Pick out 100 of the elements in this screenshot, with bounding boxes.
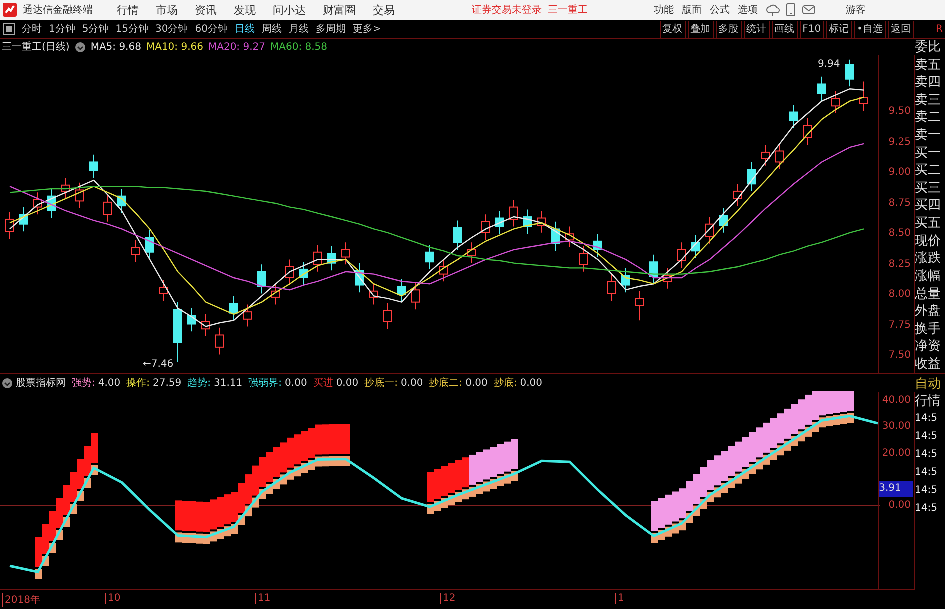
menu-item[interactable]: 选项 <box>738 3 758 17</box>
toolbar-button[interactable]: 返回 <box>888 20 914 38</box>
axis-label: 9.00 <box>888 167 911 178</box>
trade-time: 14:5 <box>915 484 938 498</box>
axis-label: 8.50 <box>888 228 911 240</box>
indicator-value: 27.59 <box>153 378 182 388</box>
indicator-label: 抄底二: <box>429 376 463 390</box>
menu-item[interactable]: 财富圈 <box>323 2 356 18</box>
quote-label: 卖五 <box>915 56 942 74</box>
quote-label: 买三 <box>915 180 942 197</box>
quote-label: 卖二 <box>915 109 942 126</box>
axis-label: 20.00 <box>882 448 911 458</box>
candlestick <box>90 154 98 179</box>
toolbar-button[interactable]: 标记 <box>826 20 852 38</box>
candlestick <box>678 242 686 269</box>
quote-label: 换手 <box>915 320 942 338</box>
toolbar-button[interactable]: 多股 <box>716 20 742 38</box>
chart-title: 三一重工(日线) <box>2 40 70 54</box>
menu-item[interactable]: 市场 <box>156 2 178 18</box>
indicator-value: 0.00 <box>285 378 308 388</box>
trade-time: 14:5 <box>915 502 938 516</box>
axis-label: 9.25 <box>888 136 911 148</box>
toolbar-button[interactable]: 叠加 <box>688 20 714 38</box>
period-tab[interactable]: 30分钟 <box>155 22 188 36</box>
menu-item[interactable]: 资讯 <box>195 2 217 18</box>
date-label: 11 <box>255 593 271 604</box>
date-label: 2018年 <box>2 593 40 607</box>
ma-value: MA5: 9.68 <box>90 42 142 52</box>
menu-item[interactable]: 行情 <box>117 2 139 18</box>
indicator-label: 操作: <box>126 377 150 390</box>
quote-label: 买五 <box>915 215 942 232</box>
candlestick <box>202 314 210 337</box>
menu-item[interactable]: 公式 <box>710 3 730 17</box>
period-tab[interactable]: 更多> <box>352 22 382 36</box>
candlestick <box>258 264 266 294</box>
axis-label: 40.00 <box>882 394 911 406</box>
indicator-label: 抄底: <box>494 376 518 390</box>
app-logo-icon <box>3 3 17 17</box>
quote-label: 收益 <box>915 356 942 373</box>
indicator-value: 0.00 <box>520 378 542 388</box>
axis-label: 8.75 <box>888 198 911 209</box>
axis-label: 30.00 <box>882 421 911 432</box>
indicator-value: 0.00 <box>466 378 488 388</box>
trade-time: 14:5 <box>915 412 938 426</box>
cloud-icon <box>766 3 780 17</box>
candlestick <box>538 210 546 234</box>
quote-label: 净资 <box>915 338 942 356</box>
period-tab[interactable]: 5分钟 <box>82 22 109 36</box>
quote-label: 外盘 <box>915 303 942 320</box>
indicator-title: 股票指标网 <box>16 376 66 390</box>
period-tab[interactable]: 分时 <box>22 22 42 36</box>
period-tab[interactable]: 1分钟 <box>49 22 76 36</box>
tick-subtitle: 行情 <box>915 393 942 410</box>
indicator-value: 4.00 <box>98 378 121 388</box>
toolbar-button[interactable]: 统计 <box>744 20 770 38</box>
axis-label: 8.00 <box>888 289 911 300</box>
toolbar-button[interactable]: 复权 <box>660 20 686 38</box>
quote-label: 总量 <box>915 286 942 303</box>
indicator-value: 0.00 <box>400 378 424 388</box>
high-price-label: 9.94 <box>818 59 840 70</box>
period-tab[interactable]: 月线 <box>288 22 309 36</box>
quote-label: 涨幅 <box>915 268 942 285</box>
corner-label: R <box>935 24 944 34</box>
axis-label: 9.50 <box>888 106 911 118</box>
trade-time: 14:5 <box>915 466 938 480</box>
menu-item[interactable]: 发现 <box>234 2 256 18</box>
candlestick <box>216 327 224 356</box>
indicator-label: 强弱界: <box>248 377 282 390</box>
mail-icon <box>802 4 816 16</box>
candlestick <box>804 118 812 146</box>
indicator-value: 0.00 <box>336 378 359 388</box>
menu-item[interactable]: 问小达 <box>273 2 306 18</box>
period-tab[interactable]: 日线 <box>234 22 255 36</box>
quote-label: 买四 <box>915 197 942 214</box>
axis-label: 8.25 <box>888 258 911 270</box>
menu-item[interactable]: 版面 <box>682 3 702 17</box>
period-tab[interactable]: 多周期 <box>316 22 346 36</box>
panel-icon <box>3 23 15 35</box>
quote-label: 买二 <box>915 162 942 180</box>
date-label: 12 <box>440 593 456 604</box>
period-tab[interactable]: 60分钟 <box>195 22 228 36</box>
toolbar-button[interactable]: •自选 <box>854 20 886 38</box>
candlestick <box>132 240 140 263</box>
quote-label: 卖一 <box>915 127 942 144</box>
ma-value: MA10: 9.66 <box>146 42 204 52</box>
candlestick <box>636 290 644 322</box>
candlestick <box>6 212 14 240</box>
menu-item[interactable]: 交易 <box>373 2 395 18</box>
toolbar-button[interactable]: 画线 <box>772 20 798 38</box>
user-name[interactable]: 游客 <box>846 3 866 17</box>
login-status[interactable]: 证券交易未登录 <box>472 3 542 17</box>
axis-label: 0.00 <box>888 500 911 512</box>
period-tab[interactable]: 周线 <box>262 22 282 36</box>
quote-label: 委比 <box>915 39 942 56</box>
toolbar-button[interactable]: F10 <box>800 20 824 38</box>
menu-item[interactable]: 功能 <box>654 3 674 17</box>
indicator-value: 31.11 <box>214 378 243 388</box>
period-tab[interactable]: 15分钟 <box>116 22 148 36</box>
date-label: 1 <box>615 593 624 604</box>
quote-label: 卖三 <box>915 92 942 109</box>
